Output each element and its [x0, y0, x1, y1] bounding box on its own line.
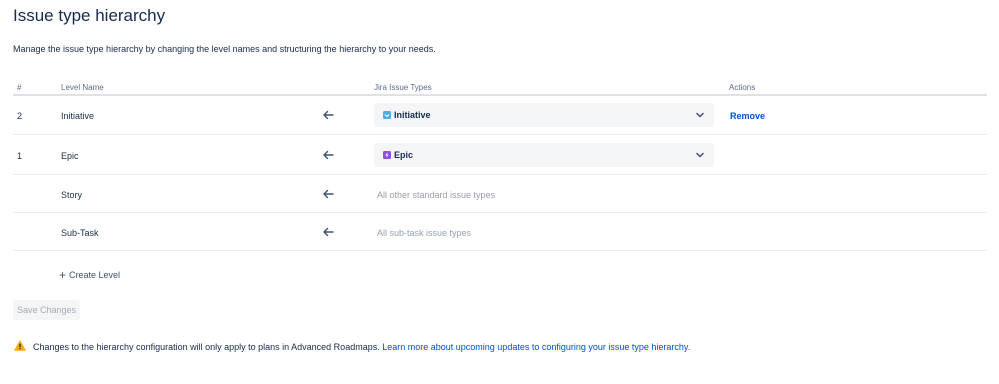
column-header-number: # — [17, 83, 22, 92]
epic-icon — [383, 151, 391, 159]
create-level-label: Create Level — [69, 270, 121, 280]
row-divider — [13, 134, 987, 135]
arrow-left-icon — [323, 110, 334, 120]
issue-type-select-epic[interactable]: Epic — [374, 143, 714, 167]
row-divider — [13, 174, 987, 175]
column-header-actions: Actions — [729, 83, 756, 92]
column-header-level-name: Level Name — [61, 83, 104, 92]
warning-icon — [14, 340, 26, 351]
initiative-icon — [383, 111, 391, 119]
issue-type-description: All sub-task issue types — [377, 228, 472, 238]
arrow-left-icon — [323, 189, 334, 199]
create-level-button[interactable]: + Create Level — [59, 269, 120, 281]
notice-text: Changes to the hierarchy configuration w… — [33, 342, 380, 352]
level-name: Sub-Task — [61, 228, 99, 238]
arrow-left-icon — [323, 150, 334, 160]
issue-type-description: All other standard issue types — [377, 190, 496, 200]
save-changes-button[interactable]: Save Changes — [13, 300, 80, 320]
row-number: 2 — [17, 111, 23, 121]
level-name[interactable]: Initiative — [61, 110, 94, 122]
level-name[interactable]: Epic — [61, 150, 79, 162]
chevron-down-icon — [696, 112, 704, 118]
table-header-divider — [13, 94, 987, 96]
row-divider — [13, 212, 987, 213]
level-name: Story — [61, 190, 83, 200]
selected-issue-type: Initiative — [394, 110, 431, 120]
issue-type-select-initiative[interactable]: Initiative — [374, 103, 714, 127]
page-title: Issue type hierarchy — [13, 6, 166, 25]
selected-issue-type: Epic — [394, 150, 414, 160]
chevron-down-icon — [696, 152, 704, 158]
column-header-issue-types: Jira Issue Types — [374, 83, 432, 92]
page-description: Manage the issue type hierarchy by chang… — [13, 44, 436, 54]
arrow-left-icon — [323, 227, 334, 237]
plus-icon: + — [59, 268, 67, 282]
hierarchy-notice: Changes to the hierarchy configuration w… — [33, 341, 690, 353]
remove-level-button[interactable]: Remove — [730, 110, 765, 122]
learn-more-link[interactable]: Learn more about upcoming updates to con… — [382, 342, 690, 352]
row-number: 1 — [17, 151, 23, 161]
row-divider — [13, 250, 987, 251]
